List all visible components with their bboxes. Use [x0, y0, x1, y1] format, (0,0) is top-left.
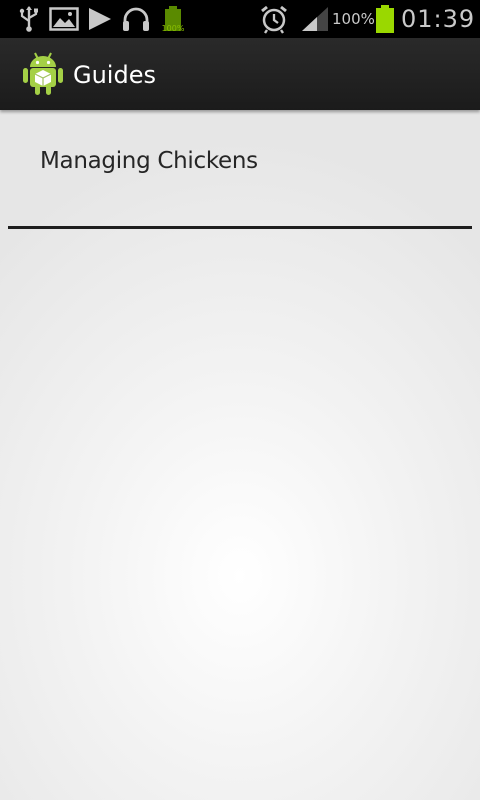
action-bar-title: Guides: [73, 61, 156, 89]
play-icon: [86, 0, 114, 38]
signal-icon: [299, 0, 331, 38]
clock: 01:39: [401, 5, 476, 33]
list-item-label: Managing Chickens: [40, 148, 258, 174]
usb-icon: [16, 0, 42, 38]
battery-charging-icon: 100%: [158, 0, 188, 38]
mini-battery-label: 100%: [161, 23, 185, 33]
gallery-icon: [48, 0, 80, 38]
alarm-icon: [259, 0, 289, 38]
list-item[interactable]: Managing Chickens: [0, 110, 480, 229]
action-bar: Guides: [0, 38, 480, 110]
battery-percent: 100%: [332, 10, 375, 28]
headphones-icon: [120, 0, 152, 38]
android-app-icon[interactable]: [22, 50, 64, 96]
list-divider: [8, 226, 472, 229]
screen: 100% 100% 01:39 Guides Managing Chickens: [0, 0, 480, 800]
battery-icon: [374, 0, 396, 38]
status-bar: 100% 100% 01:39: [0, 0, 480, 38]
guides-list: Managing Chickens: [0, 110, 480, 229]
